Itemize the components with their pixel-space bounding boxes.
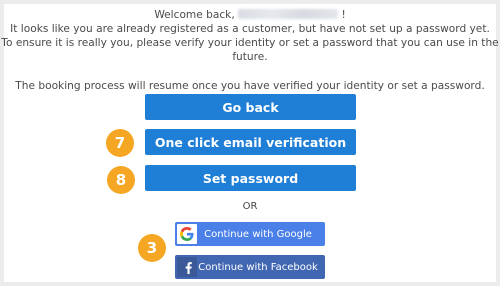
continue-with-facebook-button[interactable]: Continue with Facebook xyxy=(175,255,325,279)
set-password-button[interactable]: Set password xyxy=(145,165,356,191)
one-click-email-verification-button[interactable]: One click email verification xyxy=(145,129,356,155)
google-g-icon xyxy=(177,224,197,244)
message-line-2: To ensure it is really you, please verif… xyxy=(1,37,499,63)
or-divider: OR xyxy=(242,201,258,212)
facebook-f-icon xyxy=(177,257,197,277)
step-badge-8: 8 xyxy=(107,166,135,194)
facebook-label: Continue with Facebook xyxy=(198,261,318,273)
welcome-line: Welcome back, ! xyxy=(0,8,500,22)
google-label: Continue with Google xyxy=(204,228,312,240)
step-badge-7: 7 xyxy=(106,129,134,157)
message-line-1: It looks like you are already registered… xyxy=(10,23,490,35)
go-back-button[interactable]: Go back xyxy=(145,94,356,120)
resume-message: The booking process will resume once you… xyxy=(15,80,485,92)
welcome-suffix: ! xyxy=(341,9,346,21)
step-badge-3: 3 xyxy=(138,234,166,262)
continue-with-google-button[interactable]: Continue with Google xyxy=(175,222,325,246)
redacted-email xyxy=(238,9,339,19)
welcome-greeting: Welcome back, xyxy=(154,9,235,21)
intro-text: Welcome back, ! It looks like you are al… xyxy=(0,8,500,93)
